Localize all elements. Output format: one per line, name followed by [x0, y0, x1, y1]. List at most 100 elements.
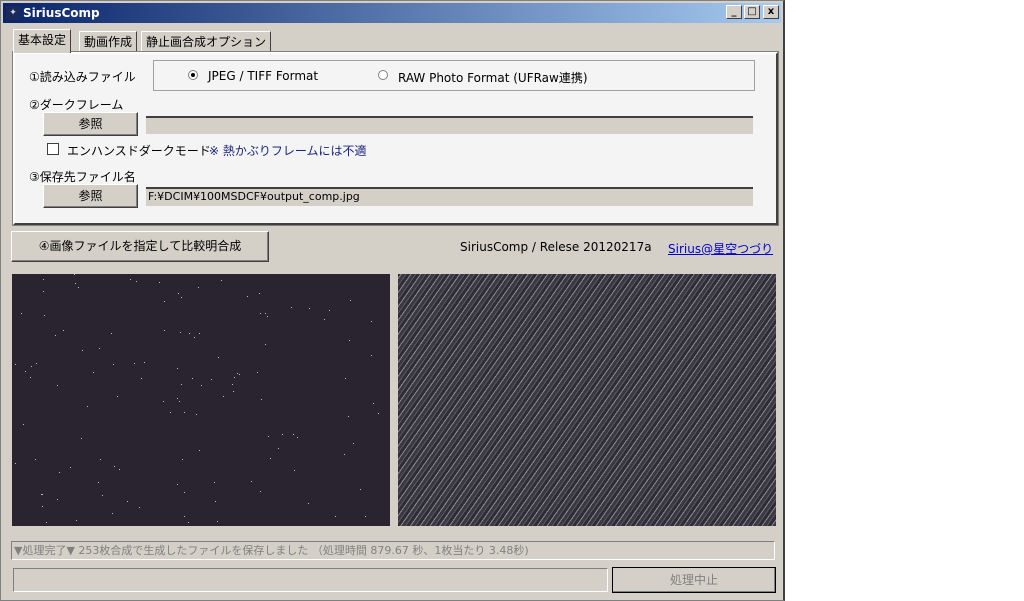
star — [222, 395, 224, 397]
star — [177, 483, 178, 485]
raw-radio[interactable] — [378, 70, 388, 80]
star — [371, 321, 373, 323]
star — [371, 355, 373, 357]
star — [41, 505, 43, 507]
star — [183, 412, 185, 414]
star — [260, 491, 262, 493]
star — [350, 300, 352, 302]
progress-bar — [13, 568, 608, 592]
output-browse-button[interactable]: 参照 — [43, 184, 138, 208]
enhanced-dark-label[interactable]: エンハンスドダークモード — [67, 142, 211, 159]
star — [57, 385, 59, 387]
star — [118, 469, 120, 471]
star — [269, 458, 271, 460]
star — [25, 371, 27, 373]
author-link[interactable]: Sirius@星空つづり — [668, 240, 773, 257]
star — [281, 433, 283, 435]
star — [141, 378, 143, 380]
star — [334, 516, 336, 518]
star — [144, 361, 146, 363]
star — [293, 434, 295, 436]
star — [78, 286, 80, 288]
star — [75, 283, 77, 285]
star — [63, 329, 65, 331]
raw-label[interactable]: RAW Photo Format (UFRaw連携) — [398, 69, 588, 86]
star — [55, 334, 57, 336]
star — [43, 291, 45, 293]
star — [101, 495, 103, 497]
star — [348, 416, 350, 418]
jpeg-label[interactable]: JPEG / TIFF Format — [208, 69, 318, 83]
star — [246, 295, 248, 297]
star — [199, 332, 201, 334]
input-file-label: ①読み込みファイル — [29, 70, 136, 84]
star — [233, 376, 235, 378]
star — [188, 333, 190, 334]
star — [213, 481, 215, 483]
star — [365, 516, 367, 518]
star — [250, 481, 252, 483]
star — [98, 481, 100, 483]
stop-button[interactable]: 処理中止 — [612, 567, 776, 593]
star — [82, 350, 84, 351]
star — [15, 463, 17, 465]
star — [216, 521, 218, 523]
star — [372, 402, 374, 404]
star — [260, 398, 262, 400]
tab-basic-settings[interactable]: 基本設定 — [13, 29, 72, 53]
app-icon: ✦ — [6, 6, 20, 20]
jpeg-radio[interactable] — [188, 70, 198, 80]
star — [177, 368, 179, 370]
dark-path-field[interactable] — [146, 116, 753, 134]
star — [183, 492, 185, 494]
star — [343, 454, 345, 456]
star — [196, 414, 198, 416]
star — [268, 435, 270, 437]
app-window: ✦ SiriusComp _ □ x 基本設定 動画作成 静止画合成オプション … — [0, 0, 785, 601]
star — [42, 279, 44, 281]
maximize-button[interactable]: □ — [744, 5, 760, 19]
star — [329, 310, 331, 312]
star — [220, 280, 222, 282]
output-file-label: ③保存先ファイル名 — [29, 170, 136, 184]
star — [179, 332, 181, 334]
star — [352, 443, 354, 445]
composite-image-preview — [398, 274, 776, 526]
star — [87, 405, 89, 407]
tab-still-options[interactable]: 静止画合成オプション — [141, 31, 272, 52]
star — [113, 465, 115, 467]
run-composite-button[interactable]: ④画像ファイルを指定して比較明合成 — [11, 231, 269, 262]
star — [111, 333, 113, 335]
star — [199, 449, 201, 451]
star — [181, 296, 183, 298]
star — [200, 385, 202, 386]
star — [184, 515, 186, 517]
star — [73, 274, 75, 276]
star — [324, 318, 326, 320]
star — [112, 363, 114, 365]
star — [164, 329, 166, 331]
star — [130, 279, 132, 281]
star — [238, 374, 240, 376]
star — [232, 391, 234, 393]
tab-video[interactable]: 動画作成 — [79, 31, 138, 52]
star — [92, 372, 94, 374]
star — [41, 494, 42, 496]
title-bar[interactable]: ✦ SiriusComp — [3, 3, 781, 23]
star — [45, 521, 47, 523]
minimize-button[interactable]: _ — [726, 5, 742, 19]
star — [29, 377, 31, 379]
star — [117, 396, 119, 398]
star — [264, 313, 266, 315]
format-group: JPEG / TIFF Format RAW Photo Format (UFR… — [153, 60, 755, 91]
star — [112, 513, 114, 515]
enhanced-dark-checkbox[interactable] — [47, 143, 59, 155]
close-button[interactable]: x — [763, 5, 779, 19]
star — [139, 506, 140, 508]
output-path-field[interactable]: F:¥DCIM¥100MSDCF¥output_comp.jpg — [146, 187, 753, 206]
star — [133, 363, 135, 365]
star — [194, 336, 196, 338]
dark-browse-button[interactable]: 参照 — [43, 112, 138, 136]
star — [345, 377, 347, 379]
star — [257, 371, 259, 373]
